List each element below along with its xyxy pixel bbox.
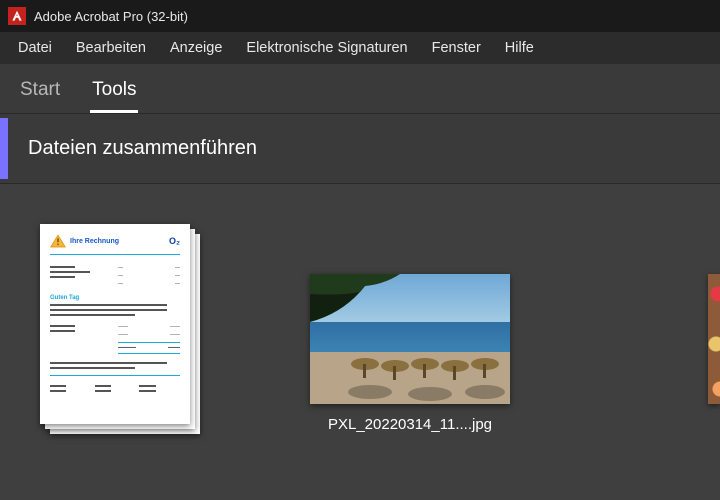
content-area: Ihre Rechnung O₂ —— —— xyxy=(0,184,720,500)
menu-elektronische-signaturen[interactable]: Elektronische Signaturen xyxy=(234,34,419,62)
window-title: Adobe Acrobat Pro (32-bit) xyxy=(34,9,188,24)
tool-header: Dateien zusammenführen xyxy=(0,114,720,184)
tab-tools[interactable]: Tools xyxy=(90,67,138,111)
file-item-photo[interactable]: PXL_20220314_11....jpg xyxy=(310,224,510,433)
tabs-row: Start Tools xyxy=(0,64,720,114)
acrobat-app-icon xyxy=(8,7,26,25)
menu-datei[interactable]: Datei xyxy=(6,34,64,62)
file-item-partial[interactable] xyxy=(708,274,720,404)
pdf-stack-thumbnail: Ihre Rechnung O₂ —— —— xyxy=(40,224,200,434)
warning-icon xyxy=(50,234,66,248)
file-label-photo: PXL_20220314_11....jpg xyxy=(328,416,492,433)
titlebar: Adobe Acrobat Pro (32-bit) xyxy=(0,0,720,32)
menu-bearbeiten[interactable]: Bearbeiten xyxy=(64,34,158,62)
menu-hilfe[interactable]: Hilfe xyxy=(493,34,546,62)
accent-bar xyxy=(0,118,8,179)
menu-fenster[interactable]: Fenster xyxy=(420,34,493,62)
tool-title: Dateien zusammenführen xyxy=(28,137,257,160)
doc-preview-title: Ihre Rechnung xyxy=(70,238,119,245)
doc-brand-logo: O₂ xyxy=(169,236,180,246)
menubar: Datei Bearbeiten Anzeige Elektronische S… xyxy=(0,32,720,64)
photo-thumbnail xyxy=(310,274,510,404)
tab-start[interactable]: Start xyxy=(18,67,62,111)
menu-anzeige[interactable]: Anzeige xyxy=(158,34,234,62)
file-item-pdf[interactable]: Ihre Rechnung O₂ —— —— xyxy=(40,224,200,446)
partial-thumbnail xyxy=(708,274,720,404)
doc-section-title: Guten Tag xyxy=(50,295,180,301)
